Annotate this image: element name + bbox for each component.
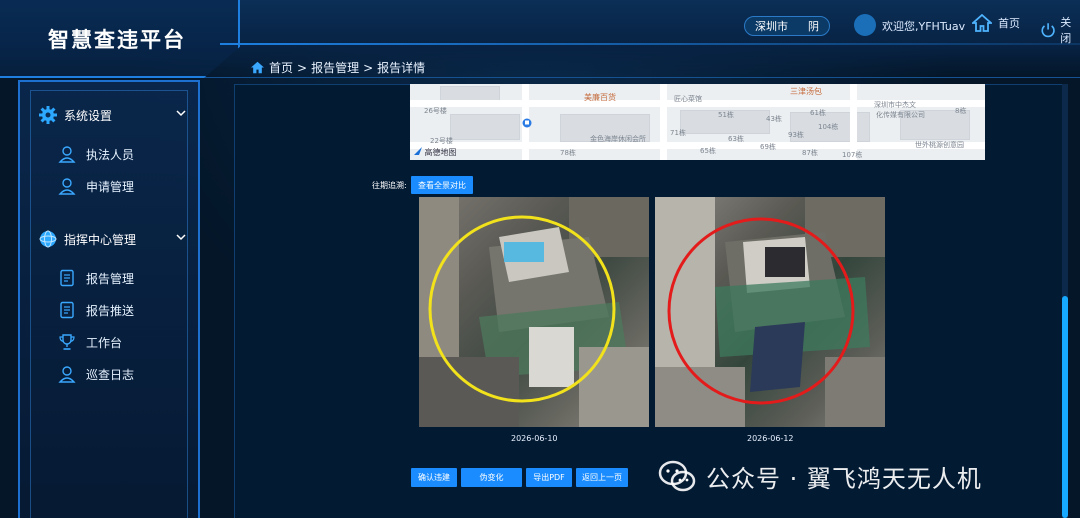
home-icon xyxy=(251,61,264,74)
map-label: 78栋 xyxy=(560,149,576,157)
weather-status: 阴 xyxy=(808,20,819,33)
map-label: 51栋 xyxy=(718,111,734,119)
person-icon xyxy=(58,178,76,195)
map-label: 22号楼 xyxy=(430,137,453,145)
map-poi-label: 美廉百货 xyxy=(584,93,616,102)
sidebar-group-command-center[interactable]: 指挥中心管理 xyxy=(38,228,186,250)
panorama-compare-button[interactable]: 查看全景对比 xyxy=(411,176,473,194)
breadcrumb-separator: > xyxy=(363,60,374,75)
sidebar-item-report-push[interactable]: 报告推送 xyxy=(58,300,178,320)
map-label: 104栋 xyxy=(818,123,839,131)
home-icon xyxy=(972,14,992,32)
map-label: 93栋 xyxy=(788,131,804,139)
map-poi-label: 三津汤包 xyxy=(790,87,822,96)
person-icon xyxy=(58,366,76,383)
map-label: 71栋 xyxy=(670,129,686,137)
sidebar-item-application-management[interactable]: 申请管理 xyxy=(58,176,178,196)
sidebar-item-label: 报告推送 xyxy=(86,303,135,318)
sidebar-group-label: 指挥中心管理 xyxy=(64,232,137,247)
sidebar-item-report-management[interactable]: 报告管理 xyxy=(58,268,178,288)
logout-label: 关闭 xyxy=(1060,16,1072,45)
location-map[interactable]: 26号楼 22号楼 美廉百货 匠心菜馆 三津汤包 深圳市中杰文 化传媒有限公司 … xyxy=(410,84,985,160)
confirm-violation-button[interactable]: 确认违建 xyxy=(411,468,457,487)
watermark-text: 公众号 · 翼飞鸿天无人机 xyxy=(706,464,982,493)
metro-icon xyxy=(522,118,532,128)
navigation-arrow-icon xyxy=(414,147,422,155)
sidebar-group-label: 系统设置 xyxy=(64,108,113,123)
back-button[interactable]: 返回上一页 xyxy=(576,468,628,487)
breadcrumb-home[interactable]: 首页 xyxy=(269,59,293,76)
sidebar-group-system-settings[interactable]: 系统设置 xyxy=(38,104,186,126)
map-label: 107栋 xyxy=(842,151,863,159)
weather-widget: 深圳市 阴 xyxy=(744,16,830,36)
sidebar-item-label: 申请管理 xyxy=(86,179,135,194)
map-label: 匠心菜馆 xyxy=(674,95,702,103)
map-label: 87栋 xyxy=(802,149,818,157)
map-provider-label: 高德地图 xyxy=(424,148,457,157)
logout-button[interactable]: 关闭 xyxy=(1040,14,1080,46)
report-icon xyxy=(60,301,74,319)
header-divider xyxy=(220,43,1080,45)
sidebar-item-workbench[interactable]: 工作台 xyxy=(58,332,178,352)
photo-date-before: 2026-06-10 xyxy=(511,434,558,443)
avatar[interactable] xyxy=(854,14,876,36)
map-label: 69栋 xyxy=(760,143,776,151)
wechat-icon xyxy=(658,460,696,492)
globe-icon xyxy=(39,230,57,248)
map-label: 世外桃源创意园 xyxy=(915,141,964,149)
home-label: 首页 xyxy=(998,17,1020,30)
map-label: 化传媒有限公司 xyxy=(876,111,925,119)
user-greeting: 欢迎您,YFHTuav xyxy=(882,20,966,33)
chevron-down-icon xyxy=(176,234,186,241)
map-label: 8栋 xyxy=(955,107,967,115)
map-label: 61栋 xyxy=(810,109,826,117)
app-root: 智慧查违平台 深圳市 阴 欢迎您,YFHTuav 首页 关闭 首页 > 报告管理… xyxy=(0,0,1080,518)
map-label: 43栋 xyxy=(766,115,782,123)
power-icon xyxy=(1041,23,1055,38)
sidebar-item-law-enforcement-staff[interactable]: 执法人员 xyxy=(58,144,178,164)
person-icon xyxy=(58,146,76,163)
sidebar-item-patrol-log[interactable]: 巡查日志 xyxy=(58,364,178,384)
breadcrumb-report-detail: 报告详情 xyxy=(377,61,426,75)
map-label: 26号楼 xyxy=(424,107,447,115)
app-title: 智慧查违平台 xyxy=(48,28,186,52)
report-icon xyxy=(60,269,74,287)
map-street xyxy=(850,84,857,160)
gear-icon xyxy=(39,106,57,124)
sidebar-item-label: 工作台 xyxy=(86,335,123,350)
map-label: 63栋 xyxy=(728,135,744,143)
map-provider-logo: 高德地图 xyxy=(414,147,457,158)
scrollbar-thumb[interactable] xyxy=(1062,296,1068,518)
aerial-photo-after-image xyxy=(655,197,885,427)
sidebar-item-label: 执法人员 xyxy=(86,147,135,162)
weather-city: 深圳市 xyxy=(755,20,788,33)
header: 智慧查违平台 深圳市 阴 欢迎您,YFHTuav 首页 关闭 xyxy=(0,0,1080,78)
export-pdf-button[interactable]: 导出PDF xyxy=(526,468,572,487)
wechat-watermark: 公众号 · 翼飞鸿天无人机 xyxy=(656,455,982,497)
aerial-photo-after[interactable] xyxy=(655,197,885,427)
chevron-down-icon xyxy=(176,110,186,117)
map-label: 65栋 xyxy=(700,147,716,155)
map-street xyxy=(410,142,985,149)
trophy-icon xyxy=(59,334,75,350)
aerial-photo-before[interactable] xyxy=(419,197,649,427)
sidebar-item-label: 报告管理 xyxy=(86,271,135,286)
breadcrumb-separator: > xyxy=(297,60,308,75)
home-button[interactable]: 首页 xyxy=(972,14,1020,32)
false-change-button[interactable]: 伪变化 xyxy=(461,468,522,487)
sidebar: 系统设置 执法人员 申请管理 指挥中心管理 报告管理 报告推送 工作台 巡查日志 xyxy=(18,80,200,518)
breadcrumb: 首页 > 报告管理 > 报告详情 xyxy=(250,59,425,76)
breadcrumb-report-management[interactable]: 报告管理 xyxy=(311,59,359,76)
map-label: 金色海岸休闲会所 xyxy=(590,135,646,143)
map-label: 深圳市中杰文 xyxy=(874,101,916,109)
sidebar-item-label: 巡查日志 xyxy=(86,367,135,382)
map-street xyxy=(660,84,667,160)
map-block xyxy=(450,114,520,140)
history-trace-label: 往期追溯: xyxy=(372,181,407,190)
photo-date-after: 2026-06-12 xyxy=(747,434,794,443)
aerial-photo-before-image xyxy=(419,197,649,427)
